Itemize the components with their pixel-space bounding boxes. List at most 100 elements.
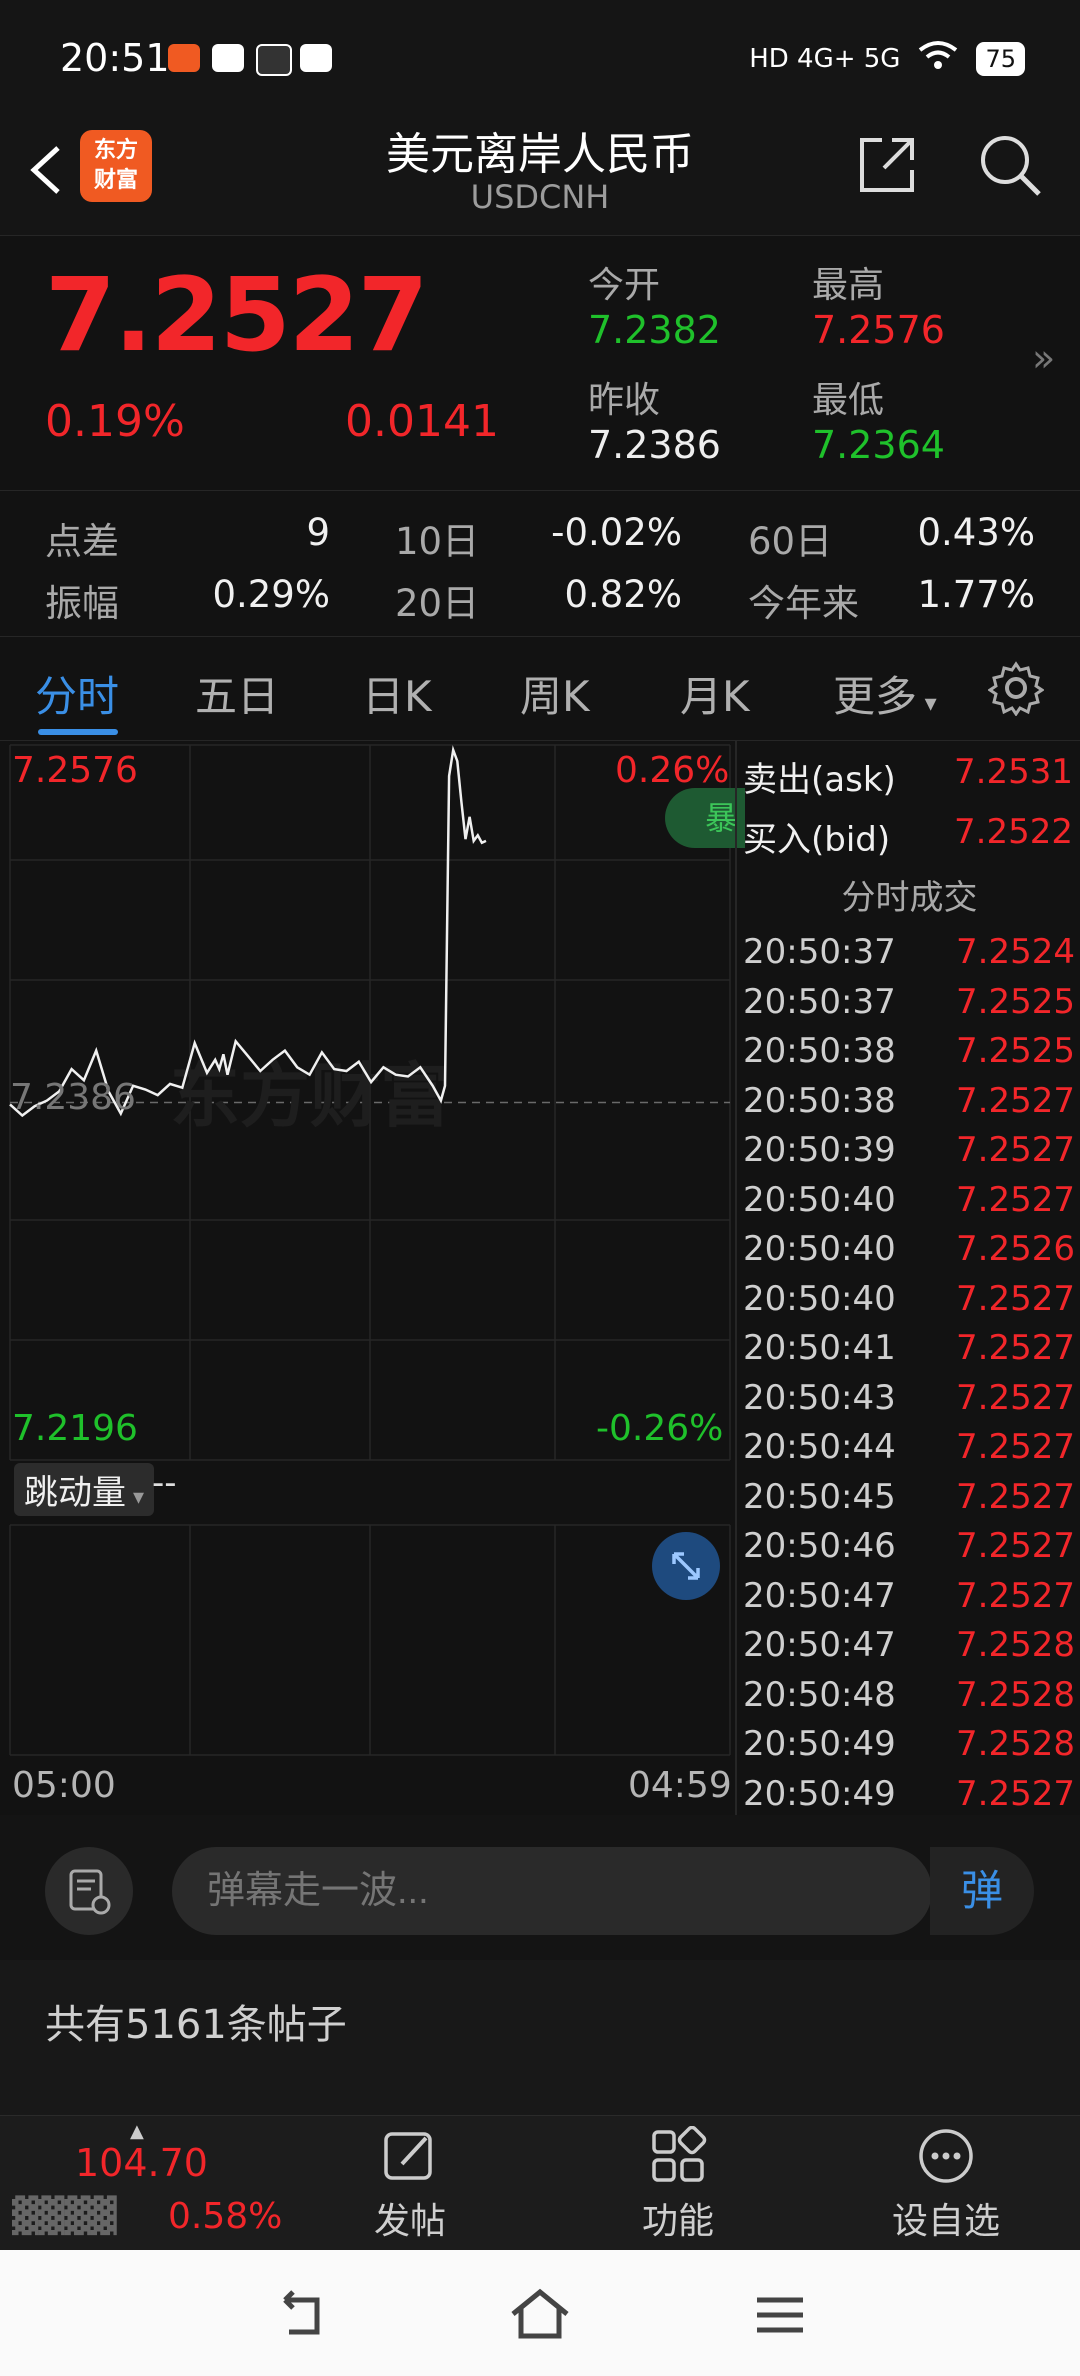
caret-up-icon: ▲ <box>130 2121 144 2142</box>
bid-row: 买入(bid) 7.2522 <box>743 812 1073 862</box>
d10-value: -0.02% <box>551 511 682 554</box>
change-percent: 0.19% <box>45 396 185 447</box>
low-value: 7.2364 <box>812 423 945 467</box>
watchlist-label: 设自选 <box>891 2201 1000 2242</box>
status-time: 20:51 <box>60 36 170 80</box>
high-value: 7.2576 <box>812 308 945 352</box>
trade-time: 20:50:40 <box>743 1179 896 1220</box>
trade-time: 20:50:49 <box>743 1724 896 1764</box>
y-axis-top-pct: 0.26% <box>615 750 730 791</box>
expand-details-icon[interactable]: » <box>1032 336 1055 380</box>
trade-row: 20:50:41 7.2527 <box>743 1328 1075 1378</box>
tab-monthly-k[interactable]: 月K <box>680 663 750 724</box>
trade-time: 20:50:40 <box>743 1229 896 1269</box>
nav-back-icon[interactable] <box>265 2280 335 2350</box>
posts-count[interactable]: 共有5161条帖子 <box>45 1992 347 2050</box>
y-axis-bottom-pct: -0.26% <box>596 1408 724 1449</box>
trade-row: 20:50:37 7.2524 <box>743 932 1075 982</box>
function-button[interactable]: 功能 <box>598 2125 758 2244</box>
d60-label: 60日 <box>748 520 833 563</box>
trade-time: 20:50:39 <box>743 1130 896 1170</box>
tab-active-indicator <box>38 729 118 735</box>
trade-row: 20:50:46 7.2527 <box>743 1526 1075 1576</box>
trade-ticker-panel: 卖出(ask) 7.2531 买入(bid) 7.2522 分时成交 20:50… <box>735 740 1080 1815</box>
x-axis-end-time: 04:59 <box>628 1765 732 1806</box>
caret-down-icon: ▾ <box>126 1485 145 1510</box>
nav-menu-icon[interactable] <box>745 2280 815 2350</box>
trade-time: 20:50:44 <box>743 1427 896 1467</box>
fullscreen-expand-icon[interactable] <box>652 1532 720 1600</box>
apps-grid-icon <box>648 2125 708 2186</box>
trade-row: 20:50:48 7.2528 <box>743 1675 1075 1725</box>
share-icon[interactable] <box>852 130 922 200</box>
trades-title: 分时成交 <box>841 878 978 918</box>
trade-price: 7.2526 <box>956 1229 1075 1269</box>
trade-time: 20:50:38 <box>743 1031 896 1071</box>
back-icon[interactable] <box>20 130 70 210</box>
edit-icon <box>380 2126 440 2186</box>
tab-intraday[interactable]: 分时 <box>35 663 119 724</box>
y-axis-mid-price: 7.2386 <box>10 1077 136 1118</box>
trade-time: 20:50:47 <box>743 1625 896 1665</box>
volume-selector[interactable]: 跳动量 ▾ <box>14 1463 155 1516</box>
open-value: 7.2382 <box>588 308 721 352</box>
map-notification-icon <box>300 44 332 72</box>
danmaku-send-button[interactable]: 弹 <box>930 1847 1034 1935</box>
tab-five-day[interactable]: 五日 <box>195 663 279 724</box>
trade-row: 20:50:43 7.2527 <box>743 1378 1075 1428</box>
caret-down-icon: ▾ <box>917 689 937 717</box>
tab-weekly-k[interactable]: 周K <box>520 663 590 724</box>
trade-row: 20:50:40 7.2527 <box>743 1279 1075 1329</box>
system-navigation-bar <box>0 2250 1080 2376</box>
y-axis-bottom-price: 7.2196 <box>12 1408 138 1449</box>
battery-indicator: 75 <box>976 41 1025 76</box>
trade-time: 20:50:48 <box>743 1674 896 1715</box>
ask-price: 7.2531 <box>954 752 1073 792</box>
gear-icon[interactable] <box>987 660 1045 717</box>
ask-row: 卖出(ask) 7.2531 <box>743 752 1073 802</box>
trade-price: 7.2525 <box>956 1031 1075 1071</box>
prev-close-value: 7.2386 <box>588 423 721 467</box>
trade-row: 20:50:40 7.2527 <box>743 1180 1075 1230</box>
add-watchlist-button[interactable]: 设自选 <box>866 2126 1026 2244</box>
alert-pill[interactable]: 暴 <box>665 788 745 848</box>
chart-grid <box>9 744 731 1756</box>
post-button[interactable]: 发帖 <box>330 2126 490 2244</box>
trade-row: 20:50:47 7.2527 <box>743 1576 1075 1626</box>
search-icon[interactable] <box>975 130 1045 200</box>
prev-close-label: 昨收 <box>588 380 661 421</box>
wifi-icon <box>918 40 958 77</box>
trade-time: 20:50:37 <box>743 932 896 972</box>
trade-row: 20:50:47 7.2528 <box>743 1625 1075 1675</box>
trade-price: 7.2527 <box>956 1427 1075 1467</box>
app-notification-icon <box>212 44 244 72</box>
trade-time: 20:50:46 <box>743 1526 896 1566</box>
open-label: 今开 <box>588 265 661 306</box>
tab-more[interactable]: 更多 ▾ <box>833 663 937 724</box>
chart-watermark: 东方财富 <box>170 1055 450 1137</box>
ytd-value: 1.77% <box>917 573 1035 616</box>
trade-price: 7.2527 <box>956 1080 1075 1121</box>
app-logo-text: 东方 财富 <box>93 138 138 193</box>
trade-price: 7.2527 <box>956 1130 1075 1170</box>
intraday-chart[interactable]: 东方财富 暴 7.2576 0.26% 7.2386 7.2196 -0.26%… <box>0 740 745 1815</box>
amplitude-value: 0.29% <box>212 573 330 616</box>
low-label: 最低 <box>812 380 885 421</box>
danmaku-settings-icon[interactable] <box>45 1847 133 1935</box>
tab-daily-k[interactable]: 日K <box>362 663 432 724</box>
nav-home-icon[interactable] <box>505 2280 575 2350</box>
app-logo: 东方 财富 <box>80 130 152 202</box>
index-value: 104.70 <box>75 2141 208 2185</box>
app-notification-icon <box>168 44 200 72</box>
index-name-blurred: ▓▓▓▓ <box>12 2196 117 2236</box>
trade-price: 7.2527 <box>956 1377 1075 1418</box>
amplitude-label: 振幅 <box>45 582 119 625</box>
trade-price: 7.2527 <box>956 1278 1075 1319</box>
more-circle-icon <box>916 2126 976 2186</box>
danmaku-input[interactable] <box>172 1847 932 1935</box>
status-indicators: HD 4G+ 5G 75 <box>749 40 1025 77</box>
d60-value: 0.43% <box>917 511 1035 554</box>
trade-row: 20:50:40 7.2526 <box>743 1229 1075 1279</box>
index-ticker[interactable]: ▲ 104.70 ▓▓▓▓ 0.58% <box>0 2116 300 2251</box>
chart-canvas: 东方财富 <box>9 744 731 1756</box>
